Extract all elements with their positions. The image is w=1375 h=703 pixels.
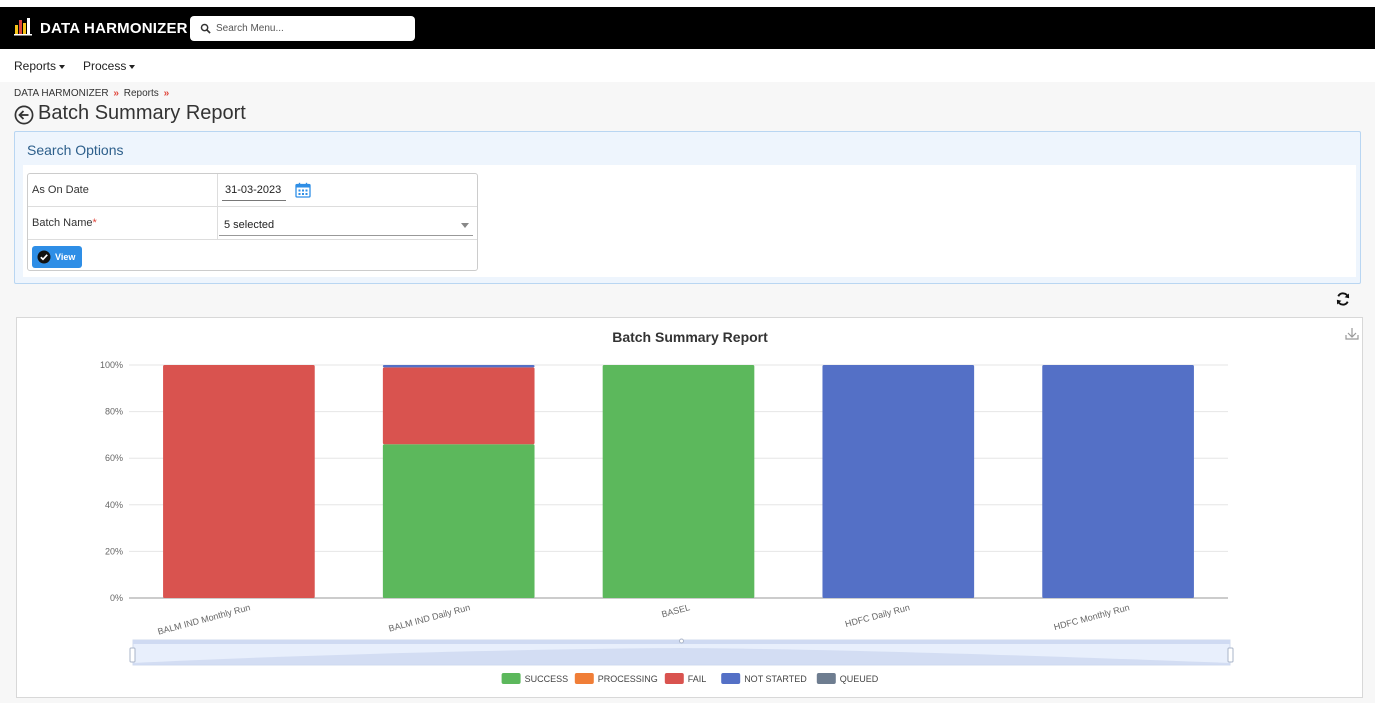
legend-swatch[interactable] <box>664 673 684 684</box>
check-circle-icon <box>37 250 51 264</box>
download-icon[interactable] <box>1345 328 1359 340</box>
menu-process-label: Process <box>83 59 127 73</box>
batch-name-label: Batch Name* <box>32 217 97 229</box>
batch-name-selected-value: 5 selected <box>224 219 275 231</box>
menu-process[interactable]: Process <box>83 59 136 73</box>
row-divider <box>217 174 218 207</box>
x-tick-label: BALM IND Daily Run <box>387 602 471 633</box>
search-options-body: As On Date 31-03-2023 Batch Name* 5 sele… <box>23 165 1356 277</box>
search-menu-input[interactable] <box>216 20 406 37</box>
batch-summary-chart: Batch Summary Report 0%20%40%60%80%100% … <box>100 328 1359 684</box>
legend-swatch[interactable] <box>574 673 594 684</box>
app-brand[interactable]: DATA HARMONIZER <box>40 20 188 37</box>
dropdown-caret-icon <box>461 223 469 228</box>
search-menu-box[interactable] <box>190 16 415 41</box>
bar-segment[interactable] <box>1042 365 1194 598</box>
legend-label[interactable]: SUCCESS <box>525 674 569 684</box>
as-on-date-field[interactable]: 31-03-2023 <box>222 181 286 201</box>
chart-title: Batch Summary Report <box>612 329 768 345</box>
row-divider <box>217 207 218 240</box>
y-tick-label: 40% <box>105 500 123 510</box>
legend-swatch[interactable] <box>816 673 836 684</box>
legend-label[interactable]: QUEUED <box>840 674 879 684</box>
chart-container: Batch Summary Report 0% 20% 40% 60% 80% 100% … <box>16 317 1363 698</box>
y-tick-label: 80% <box>105 407 123 417</box>
search-form: As On Date 31-03-2023 Batch Name* 5 sele… <box>27 173 478 271</box>
search-options-panel: Search Options As On Date 31-03-2023 Bat… <box>14 131 1361 284</box>
batch-name-select[interactable]: 5 selected <box>219 214 473 236</box>
batch-name-label-text: Batch Name <box>32 217 93 229</box>
menu-reports[interactable]: Reports <box>14 59 66 73</box>
top-navbar: DATA HARMONIZER <box>0 0 1375 49</box>
breadcrumb-home[interactable]: DATA HARMONIZER <box>14 88 109 99</box>
x-tick-label: HDFC Daily Run <box>844 602 911 629</box>
x-tick-label: BASEL <box>660 602 691 619</box>
required-marker: * <box>92 217 97 229</box>
chart-bars <box>163 365 1194 598</box>
view-button-label: View <box>55 252 76 262</box>
zoom-move-handle[interactable] <box>679 638 684 644</box>
y-tick-label: 60% <box>105 453 123 463</box>
datazoom-slider[interactable] <box>129 638 1234 666</box>
chart-x-labels: BALM IND Monthly Run BALM IND Daily Run BA… <box>157 602 1131 636</box>
x-tick-label: BALM IND Monthly Run <box>157 602 252 636</box>
zoom-left-handle[interactable] <box>129 647 136 663</box>
breadcrumb-reports[interactable]: Reports <box>124 88 159 99</box>
chart-legend: SUCCESS PROCESSING FAIL NOT STARTED QUEUED <box>501 673 879 684</box>
bar-chart-logo-icon <box>14 18 32 36</box>
y-tick-label: 20% <box>105 546 123 556</box>
bar-segment[interactable] <box>602 365 755 598</box>
batch-name-row: Batch Name* 5 selected <box>28 207 477 240</box>
search-icon <box>200 23 211 34</box>
menu-reports-label: Reports <box>14 59 57 73</box>
page-title: Batch Summary Report <box>38 102 246 124</box>
legend-label[interactable]: FAIL <box>688 674 707 684</box>
caret-down-icon <box>129 64 136 69</box>
bar-segment[interactable] <box>382 444 535 598</box>
menu-bar: Reports Process <box>0 49 1375 82</box>
legend-swatch[interactable] <box>721 673 741 684</box>
bar-segment[interactable] <box>382 365 535 368</box>
refresh-icon[interactable] <box>1335 291 1351 307</box>
legend-label[interactable]: PROCESSING <box>598 674 658 684</box>
view-button[interactable]: View <box>32 246 82 268</box>
breadcrumb: DATA HARMONIZER » Reports » <box>14 88 171 99</box>
breadcrumb-separator: » <box>113 88 119 99</box>
as-on-date-label: As On Date <box>32 184 89 196</box>
legend-label[interactable]: NOT STARTED <box>744 674 807 684</box>
caret-down-icon <box>59 64 66 69</box>
y-tick-label: 0% <box>110 593 123 603</box>
as-on-date-row: As On Date 31-03-2023 <box>28 174 477 207</box>
bar-segment[interactable] <box>163 365 315 598</box>
search-options-title: Search Options <box>27 142 124 158</box>
y-tick-label: 100% <box>100 360 123 370</box>
calendar-icon[interactable] <box>295 182 311 198</box>
bar-segment[interactable] <box>382 367 535 445</box>
breadcrumb-separator: » <box>163 88 170 99</box>
x-tick-label: HDFC Monthly Run <box>1053 602 1131 632</box>
zoom-right-handle[interactable] <box>1227 647 1234 663</box>
back-arrow-icon[interactable] <box>14 105 34 125</box>
legend-swatch[interactable] <box>501 673 521 684</box>
bar-segment[interactable] <box>822 365 975 598</box>
